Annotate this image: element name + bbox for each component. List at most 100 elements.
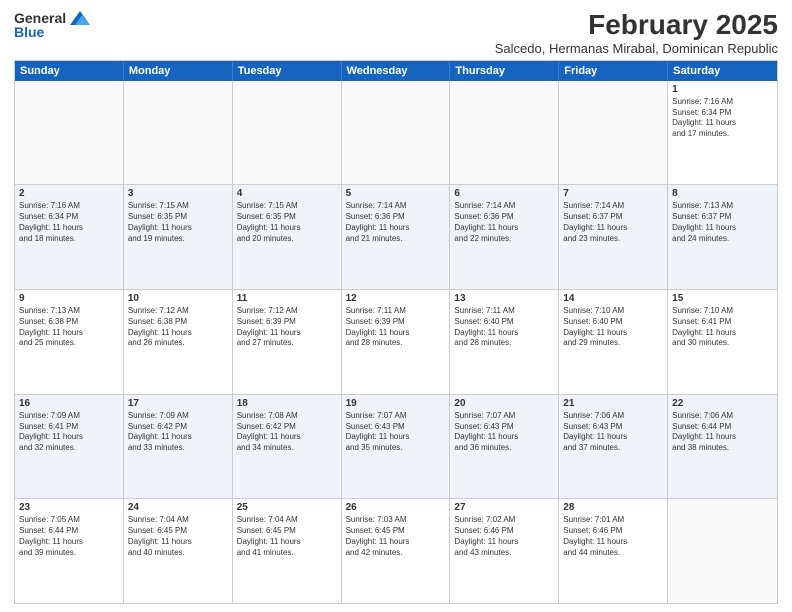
calendar-cell: 10 Sunrise: 7:12 AM Sunset: 6:38 PM Dayli…	[124, 290, 233, 394]
day-number: 7	[563, 188, 663, 199]
day-number: 14	[563, 293, 663, 304]
calendar-cell: 12Sunrise: 7:11 AM Sunset: 6:39 PM Dayli…	[342, 290, 451, 394]
calendar-cell: 7Sunrise: 7:14 AM Sunset: 6:37 PM Daylig…	[559, 185, 668, 289]
day-number: 24	[128, 502, 228, 513]
empty-cell	[124, 81, 233, 185]
calendar-cell: 4Sunrise: 7:15 AM Sunset: 6:35 PM Daylig…	[233, 185, 342, 289]
page: General Blue February 2025 Salcedo, Herm…	[0, 0, 792, 612]
empty-cell	[668, 499, 777, 603]
day-number: 10	[128, 293, 228, 304]
calendar-row: 23 Sunrise: 7:05 AM Sunset: 6:44 PM Dayli…	[15, 498, 777, 603]
logo-blue: Blue	[14, 24, 44, 40]
cell-info: Sunrise: 7:15 AM Sunset: 6:35 PM Dayligh…	[128, 201, 228, 244]
day-number: 26	[346, 502, 446, 513]
cell-info: Sunrise: 7:02 AM Sunset: 6:46 PM Dayligh…	[454, 515, 554, 558]
calendar-cell: 24Sunrise: 7:04 AM Sunset: 6:45 PM Dayli…	[124, 499, 233, 603]
cell-info: Sunrise: 7:07 AM Sunset: 6:43 PM Dayligh…	[346, 411, 446, 454]
cell-info: Sunrise: 7:10 AM Sunset: 6:41 PM Dayligh…	[672, 306, 773, 349]
empty-cell	[342, 81, 451, 185]
day-number: 11	[237, 293, 337, 304]
calendar-cell: 15 Sunrise: 7:10 AM Sunset: 6:41 PM Dayli…	[668, 290, 777, 394]
day-number: 13	[454, 293, 554, 304]
day-number: 9	[19, 293, 119, 304]
empty-cell	[233, 81, 342, 185]
title-block: February 2025 Salcedo, Hermanas Mirabal,…	[495, 10, 778, 56]
cell-info: Sunrise: 7:15 AM Sunset: 6:35 PM Dayligh…	[237, 201, 337, 244]
calendar-cell: 23 Sunrise: 7:05 AM Sunset: 6:44 PM Dayli…	[15, 499, 124, 603]
calendar-cell: 17Sunrise: 7:09 AM Sunset: 6:42 PM Dayli…	[124, 395, 233, 499]
day-number: 6	[454, 188, 554, 199]
calendar-cell: 14 Sunrise: 7:10 AM Sunset: 6:40 PM Dayli…	[559, 290, 668, 394]
empty-cell	[450, 81, 559, 185]
cell-info: Sunrise: 7:16 AM Sunset: 6:34 PM Dayligh…	[672, 97, 773, 140]
calendar-cell: 19Sunrise: 7:07 AM Sunset: 6:43 PM Dayli…	[342, 395, 451, 499]
cell-info: Sunrise: 7:04 AM Sunset: 6:45 PM Dayligh…	[237, 515, 337, 558]
calendar-cell: 21 Sunrise: 7:06 AM Sunset: 6:43 PM Dayli…	[559, 395, 668, 499]
calendar-cell: 26 Sunrise: 7:03 AM Sunset: 6:45 PM Dayli…	[342, 499, 451, 603]
cell-info: Sunrise: 7:13 AM Sunset: 6:37 PM Dayligh…	[672, 201, 773, 244]
calendar-cell: 27Sunrise: 7:02 AM Sunset: 6:46 PM Dayli…	[450, 499, 559, 603]
cell-info: Sunrise: 7:06 AM Sunset: 6:44 PM Dayligh…	[672, 411, 773, 454]
logo: General Blue	[14, 10, 90, 40]
calendar-row: 1 Sunrise: 7:16 AM Sunset: 6:34 PM Daylig…	[15, 81, 777, 185]
cell-info: Sunrise: 7:08 AM Sunset: 6:42 PM Dayligh…	[237, 411, 337, 454]
calendar-cell: 9 Sunrise: 7:13 AM Sunset: 6:38 PM Daylig…	[15, 290, 124, 394]
calendar-cell: 11 Sunrise: 7:12 AM Sunset: 6:39 PM Dayli…	[233, 290, 342, 394]
cell-info: Sunrise: 7:07 AM Sunset: 6:43 PM Dayligh…	[454, 411, 554, 454]
calendar-cell: 28Sunrise: 7:01 AM Sunset: 6:46 PM Dayli…	[559, 499, 668, 603]
logo-icon	[70, 11, 90, 25]
day-number: 22	[672, 398, 773, 409]
cell-info: Sunrise: 7:10 AM Sunset: 6:40 PM Dayligh…	[563, 306, 663, 349]
calendar-cell: 8 Sunrise: 7:13 AM Sunset: 6:37 PM Daylig…	[668, 185, 777, 289]
cell-info: Sunrise: 7:06 AM Sunset: 6:43 PM Dayligh…	[563, 411, 663, 454]
cell-info: Sunrise: 7:14 AM Sunset: 6:36 PM Dayligh…	[346, 201, 446, 244]
calendar-header: SundayMondayTuesdayWednesdayThursdayFrid…	[15, 61, 777, 81]
calendar-body: 1 Sunrise: 7:16 AM Sunset: 6:34 PM Daylig…	[15, 81, 777, 603]
cell-info: Sunrise: 7:11 AM Sunset: 6:40 PM Dayligh…	[454, 306, 554, 349]
header: General Blue February 2025 Salcedo, Herm…	[14, 10, 778, 56]
month-title: February 2025	[495, 10, 778, 41]
day-number: 8	[672, 188, 773, 199]
cell-info: Sunrise: 7:09 AM Sunset: 6:41 PM Dayligh…	[19, 411, 119, 454]
calendar-cell: 18 Sunrise: 7:08 AM Sunset: 6:42 PM Dayli…	[233, 395, 342, 499]
calendar-cell: 1 Sunrise: 7:16 AM Sunset: 6:34 PM Daylig…	[668, 81, 777, 185]
calendar-cell: 20 Sunrise: 7:07 AM Sunset: 6:43 PM Dayli…	[450, 395, 559, 499]
weekday-header: Monday	[124, 61, 233, 81]
day-number: 28	[563, 502, 663, 513]
subtitle: Salcedo, Hermanas Mirabal, Dominican Rep…	[495, 41, 778, 56]
day-number: 20	[454, 398, 554, 409]
weekday-header: Sunday	[15, 61, 124, 81]
cell-info: Sunrise: 7:14 AM Sunset: 6:36 PM Dayligh…	[454, 201, 554, 244]
cell-info: Sunrise: 7:05 AM Sunset: 6:44 PM Dayligh…	[19, 515, 119, 558]
day-number: 1	[672, 84, 773, 95]
day-number: 21	[563, 398, 663, 409]
calendar-cell: 16 Sunrise: 7:09 AM Sunset: 6:41 PM Dayli…	[15, 395, 124, 499]
cell-info: Sunrise: 7:11 AM Sunset: 6:39 PM Dayligh…	[346, 306, 446, 349]
calendar-row: 2 Sunrise: 7:16 AM Sunset: 6:34 PM Daylig…	[15, 184, 777, 289]
weekday-header: Tuesday	[233, 61, 342, 81]
calendar-cell: 3 Sunrise: 7:15 AM Sunset: 6:35 PM Daylig…	[124, 185, 233, 289]
day-number: 16	[19, 398, 119, 409]
day-number: 3	[128, 188, 228, 199]
cell-info: Sunrise: 7:13 AM Sunset: 6:38 PM Dayligh…	[19, 306, 119, 349]
calendar-cell: 6 Sunrise: 7:14 AM Sunset: 6:36 PM Daylig…	[450, 185, 559, 289]
day-number: 18	[237, 398, 337, 409]
calendar-cell: 2 Sunrise: 7:16 AM Sunset: 6:34 PM Daylig…	[15, 185, 124, 289]
empty-cell	[559, 81, 668, 185]
calendar-cell: 22 Sunrise: 7:06 AM Sunset: 6:44 PM Dayli…	[668, 395, 777, 499]
weekday-header: Saturday	[668, 61, 777, 81]
day-number: 2	[19, 188, 119, 199]
cell-info: Sunrise: 7:03 AM Sunset: 6:45 PM Dayligh…	[346, 515, 446, 558]
day-number: 15	[672, 293, 773, 304]
day-number: 25	[237, 502, 337, 513]
calendar-row: 16 Sunrise: 7:09 AM Sunset: 6:41 PM Dayli…	[15, 394, 777, 499]
cell-info: Sunrise: 7:09 AM Sunset: 6:42 PM Dayligh…	[128, 411, 228, 454]
empty-cell	[15, 81, 124, 185]
day-number: 23	[19, 502, 119, 513]
cell-info: Sunrise: 7:16 AM Sunset: 6:34 PM Dayligh…	[19, 201, 119, 244]
cell-info: Sunrise: 7:12 AM Sunset: 6:39 PM Dayligh…	[237, 306, 337, 349]
day-number: 5	[346, 188, 446, 199]
calendar-cell: 13 Sunrise: 7:11 AM Sunset: 6:40 PM Dayli…	[450, 290, 559, 394]
weekday-header: Friday	[559, 61, 668, 81]
cell-info: Sunrise: 7:12 AM Sunset: 6:38 PM Dayligh…	[128, 306, 228, 349]
